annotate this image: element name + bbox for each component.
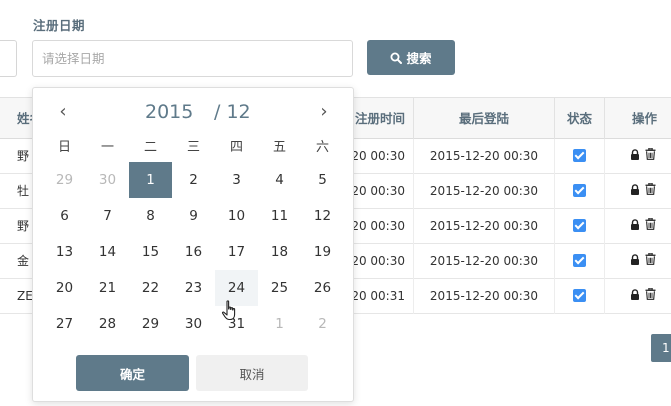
calendar-day[interactable]: 14 — [86, 234, 129, 270]
cell-actions — [605, 139, 671, 174]
date-field-label: 注册日期 — [33, 18, 86, 33]
cell-actions — [605, 244, 671, 279]
calendar-day[interactable]: 22 — [129, 270, 172, 306]
calendar-day[interactable]: 16 — [172, 234, 215, 270]
calendar-day[interactable]: 4 — [258, 162, 301, 198]
search-button-label: 搜索 — [406, 51, 432, 66]
lock-icon[interactable] — [630, 174, 640, 209]
cell-last-login: 2015-12-20 00:30 — [414, 174, 555, 209]
calendar-day[interactable]: 19 — [301, 234, 344, 270]
search-icon — [390, 52, 403, 64]
cell-status — [555, 244, 605, 279]
calendar-day[interactable]: 2 — [301, 306, 344, 342]
cell-actions — [605, 279, 671, 314]
calendar-day[interactable]: 2 — [172, 162, 215, 198]
search-button[interactable]: 搜索 — [367, 40, 455, 75]
weekday-label: 六 — [315, 140, 329, 155]
cell-actions — [605, 209, 671, 244]
lock-icon[interactable] — [630, 279, 640, 314]
calendar-day[interactable]: 21 — [86, 270, 129, 306]
calendar-day[interactable]: 18 — [258, 234, 301, 270]
calendar-day[interactable]: 25 — [258, 270, 301, 306]
confirm-button[interactable]: 确定 — [76, 355, 189, 391]
calendar-day[interactable]: 17 — [215, 234, 258, 270]
calendar-day[interactable]: 9 — [172, 198, 215, 234]
calendar-day[interactable]: 28 — [86, 306, 129, 342]
calendar-week: 6 7 8 9 10 11 12 — [43, 198, 344, 234]
hand-cursor-icon — [221, 300, 239, 326]
weekday-label: 一 — [100, 140, 114, 155]
cell-status — [555, 209, 605, 244]
status-checkbox[interactable] — [573, 184, 586, 197]
cell-status — [555, 174, 605, 209]
calendar-week: 13 14 15 16 17 18 19 — [43, 234, 344, 270]
calendar-week: 29 30 1 2 3 4 5 — [43, 162, 344, 198]
header-actions: 操作 — [632, 111, 658, 126]
status-checkbox[interactable] — [573, 289, 586, 302]
header-status: 状态 — [555, 98, 605, 139]
cancel-button[interactable]: 取消 — [196, 355, 308, 391]
calendar-day[interactable]: 15 — [129, 234, 172, 270]
weekday-label: 日 — [57, 140, 71, 155]
weekday-label: 五 — [272, 140, 286, 155]
pagination-page-1[interactable]: 1 — [651, 334, 671, 362]
cell-status — [555, 139, 605, 174]
cell-status — [555, 279, 605, 314]
calendar-day[interactable]: 7 — [86, 198, 129, 234]
picker-year[interactable]: 2015 — [145, 101, 193, 123]
calendar-day[interactable]: 30 — [172, 306, 215, 342]
calendar-day[interactable]: 29 — [43, 162, 86, 198]
status-checkbox[interactable] — [573, 254, 586, 267]
calendar-day[interactable]: 5 — [301, 162, 344, 198]
calendar-week: 27 28 29 30 31 1 2 — [43, 306, 344, 342]
cell-last-login: 2015-12-20 00:30 — [414, 279, 555, 314]
calendar-day[interactable]: 29 — [129, 306, 172, 342]
cell-last-login: 2015-12-20 00:30 — [414, 209, 555, 244]
calendar-day[interactable]: 3 — [215, 162, 258, 198]
calendar-day[interactable]: 1 — [258, 306, 301, 342]
calendar-day[interactable]: 23 — [172, 270, 215, 306]
calendar-day[interactable]: 10 — [215, 198, 258, 234]
date-picker-popup: ‹ 2015 / 12 › 日一二三四五六 29 30 1 2 3 4 5 6 7 8 9 10 11 1… — [32, 87, 354, 402]
picker-month[interactable]: / 12 — [214, 101, 251, 123]
calendar-day[interactable]: 20 — [43, 270, 86, 306]
calendar-grid: 日一二三四五六 29 30 1 2 3 4 5 6 7 8 9 10 11 12 13 14 15 16 17 18 1… — [43, 134, 344, 342]
lock-icon[interactable] — [630, 209, 640, 244]
calendar-day[interactable]: 6 — [43, 198, 86, 234]
prev-month-button[interactable]: ‹ — [55, 102, 71, 122]
cell-last-login: 2015-12-20 00:30 — [414, 139, 555, 174]
lock-icon[interactable] — [630, 139, 640, 174]
trash-icon[interactable] — [645, 174, 656, 209]
calendar-day[interactable]: 8 — [129, 198, 172, 234]
cell-actions — [605, 174, 671, 209]
status-checkbox[interactable] — [573, 149, 586, 162]
cell-last-login: 2015-12-20 00:30 — [414, 244, 555, 279]
trash-icon[interactable] — [645, 244, 656, 279]
calendar-day[interactable]: 13 — [43, 234, 86, 270]
calendar-week: 20 21 22 23 24 25 26 — [43, 270, 344, 306]
previous-filter-input[interactable] — [0, 40, 17, 77]
calendar-day[interactable]: 30 — [86, 162, 129, 198]
calendar-day[interactable]: 1 — [129, 162, 172, 198]
weekday-header: 日一二三四五六 — [43, 134, 344, 162]
trash-icon[interactable] — [645, 139, 656, 174]
next-month-button[interactable]: › — [316, 102, 332, 122]
calendar-day[interactable]: 27 — [43, 306, 86, 342]
weekday-label: 二 — [143, 140, 157, 155]
status-checkbox[interactable] — [573, 219, 586, 232]
weekday-label: 三 — [186, 140, 200, 155]
calendar-days: 29 30 1 2 3 4 5 6 7 8 9 10 11 12 13 14 15 16 17 18 19 20 21 22 2… — [43, 162, 344, 342]
header-last-login: 最后登陆 — [414, 98, 555, 139]
calendar-day[interactable]: 11 — [258, 198, 301, 234]
trash-icon[interactable] — [645, 209, 656, 244]
calendar-day[interactable]: 12 — [301, 198, 344, 234]
lock-icon[interactable] — [630, 244, 640, 279]
weekday-label: 四 — [229, 140, 243, 155]
trash-icon[interactable] — [645, 279, 656, 314]
date-input[interactable] — [32, 40, 353, 77]
calendar-day[interactable]: 26 — [301, 270, 344, 306]
